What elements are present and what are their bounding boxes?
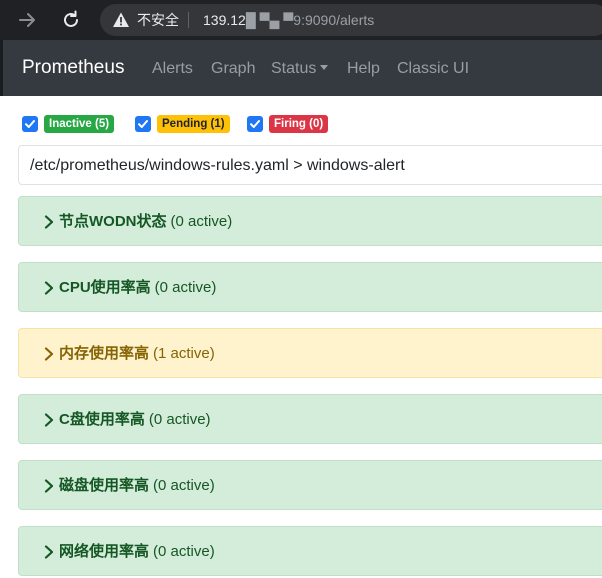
- chevron-right-icon: [44, 413, 54, 427]
- rule-active-count: (0 active): [148, 411, 211, 428]
- alert-rule-row[interactable]: 内存使用率高 (1 active): [18, 328, 602, 378]
- rule-group-header: /etc/prometheus/windows-rules.yaml > win…: [18, 145, 602, 185]
- forward-arrow-icon[interactable]: [17, 9, 39, 31]
- rule-active-count: (0 active): [154, 279, 217, 296]
- inactive-checkbox[interactable]: [22, 116, 38, 132]
- nav-status-dropdown[interactable]: Status: [271, 59, 329, 79]
- reload-icon[interactable]: [60, 9, 82, 31]
- app-navbar: Prometheus Alerts Graph Status Help Clas…: [0, 40, 602, 96]
- chevron-right-icon: [44, 215, 54, 229]
- rule-name: 内存使用率高: [59, 345, 150, 362]
- rule-name: 网络使用率高: [59, 543, 150, 560]
- rule-name: 节点WODN状态: [59, 213, 167, 230]
- rule-active-count: (0 active): [153, 477, 215, 494]
- url-masked-segment: █ ▀▄ ▀: [245, 12, 294, 28]
- brand-logo[interactable]: Prometheus: [22, 56, 124, 80]
- firing-badge: Firing (0): [269, 115, 329, 133]
- rule-name: 磁盘使用率高: [59, 477, 150, 494]
- rule-name: CPU使用率高: [59, 279, 151, 296]
- chevron-right-icon: [44, 545, 54, 559]
- nav-graph[interactable]: Graph: [211, 59, 255, 79]
- rule-name: C盘使用率高: [59, 411, 145, 428]
- browser-toolbar: 不安全 139.12█ ▀▄ ▀9:9090/alerts: [0, 0, 602, 40]
- chevron-right-icon: [44, 347, 54, 361]
- nav-alerts[interactable]: Alerts: [152, 59, 193, 79]
- alert-rule-row[interactable]: C盘使用率高 (0 active): [18, 394, 602, 444]
- security-label[interactable]: 不安全: [137, 11, 179, 29]
- alert-rule-row[interactable]: 节点WODN状态 (0 active): [18, 196, 602, 246]
- nav-help[interactable]: Help: [347, 59, 380, 79]
- inactive-badge: Inactive (5): [44, 115, 115, 133]
- chevron-right-icon: [44, 281, 54, 295]
- warning-icon[interactable]: [112, 11, 130, 29]
- alert-rule-row[interactable]: CPU使用率高 (0 active): [18, 262, 602, 312]
- url-text[interactable]: 139.12█ ▀▄ ▀9:9090/alerts: [203, 11, 374, 29]
- rule-active-count: (0 active): [153, 543, 215, 560]
- address-bar[interactable]: 不安全 139.12█ ▀▄ ▀9:9090/alerts: [100, 4, 602, 36]
- nav-classic-ui[interactable]: Classic UI: [397, 59, 469, 79]
- rule-active-count: (0 active): [170, 213, 233, 230]
- address-divider: [188, 12, 189, 28]
- chevron-right-icon: [44, 479, 54, 493]
- caret-down-icon: [320, 65, 329, 71]
- alert-rule-row[interactable]: 磁盘使用率高 (0 active): [18, 460, 602, 510]
- pending-checkbox[interactable]: [135, 116, 151, 132]
- rule-active-count: (1 active): [153, 345, 215, 362]
- firing-checkbox[interactable]: [247, 116, 263, 132]
- alerts-page: Inactive (5) Pending (1) Firing (0) /etc…: [0, 96, 602, 578]
- pending-badge: Pending (1): [157, 115, 230, 133]
- alert-rule-row[interactable]: 网络使用率高 (0 active): [18, 526, 602, 576]
